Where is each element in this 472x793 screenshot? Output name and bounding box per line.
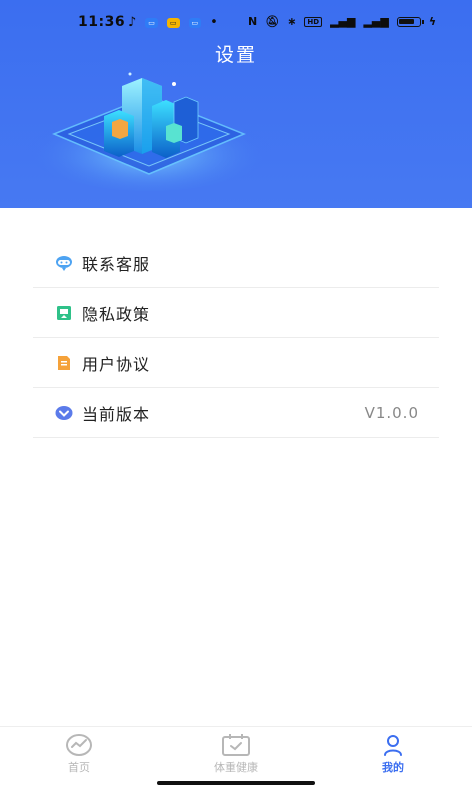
bluetooth-icon: ∗ [287,15,297,28]
menu-item-label: 用户协议 [82,354,151,374]
tab-profile[interactable]: 我的 [343,733,443,775]
tab-label: 体重健康 [214,761,258,774]
nfc-icon: N [248,15,258,28]
menu-item-label: 当前版本 [82,404,151,424]
hd-icon: HD [304,16,323,27]
app-notification-icon: ▭ [145,17,158,28]
signal-5g-icon: ▂▄▆ [330,15,356,28]
tab-home[interactable]: 首页 [29,733,129,775]
status-system-icons: N 🔕︎ ∗ HD ▂▄▆ ▂▄▆ ϟ [248,15,436,28]
status-time: 11:36 [78,14,126,30]
menu-item-label: 隐私政策 [82,304,151,324]
charging-icon: ϟ [428,15,437,28]
mute-icon: 🔕︎ [265,15,280,28]
status-notification-icons: ♪ ▭ ▭ ▭ • [128,15,218,30]
version-value: V1.0.0 [364,403,419,422]
home-chart-icon [29,733,129,757]
menu-item-label: 联系客服 [82,254,151,274]
privacy-icon [55,304,73,322]
app-notification-icon: ▭ [188,17,202,28]
city-building-illustration [24,72,274,191]
version-icon [55,404,73,422]
menu-item-current-version[interactable]: 当前版本 V1.0.0 [33,388,439,438]
dot-icon: • [210,15,218,30]
settings-menu: 联系客服 隐私政策 用户协议 当前版本 V1.0.0 [33,238,439,438]
profile-icon [343,733,443,757]
tab-weight-health[interactable]: 体重健康 [186,733,286,775]
menu-item-customer-service[interactable]: 联系客服 [33,238,439,288]
music-note-icon: ♪ [128,15,137,30]
user-agreement-icon [55,354,73,372]
header-banner: 11:36 ♪ ▭ ▭ ▭ • N 🔕︎ ∗ HD ▂▄▆ ▂▄▆ ϟ 设置 [0,0,472,208]
app-notification-icon: ▭ [166,17,180,28]
menu-item-user-agreement[interactable]: 用户协议 [33,338,439,388]
status-bar: 11:36 ♪ ▭ ▭ ▭ • N 🔕︎ ∗ HD ▂▄▆ ▂▄▆ ϟ [0,12,472,34]
signal-4g-icon: ▂▄▆ [363,15,389,28]
weight-health-icon [186,733,286,757]
tab-label: 首页 [68,761,90,774]
menu-item-privacy-policy[interactable]: 隐私政策 [33,288,439,338]
home-indicator[interactable] [157,781,315,785]
tab-label: 我的 [382,761,404,774]
battery-icon [396,16,424,27]
customer-service-icon [55,254,73,272]
